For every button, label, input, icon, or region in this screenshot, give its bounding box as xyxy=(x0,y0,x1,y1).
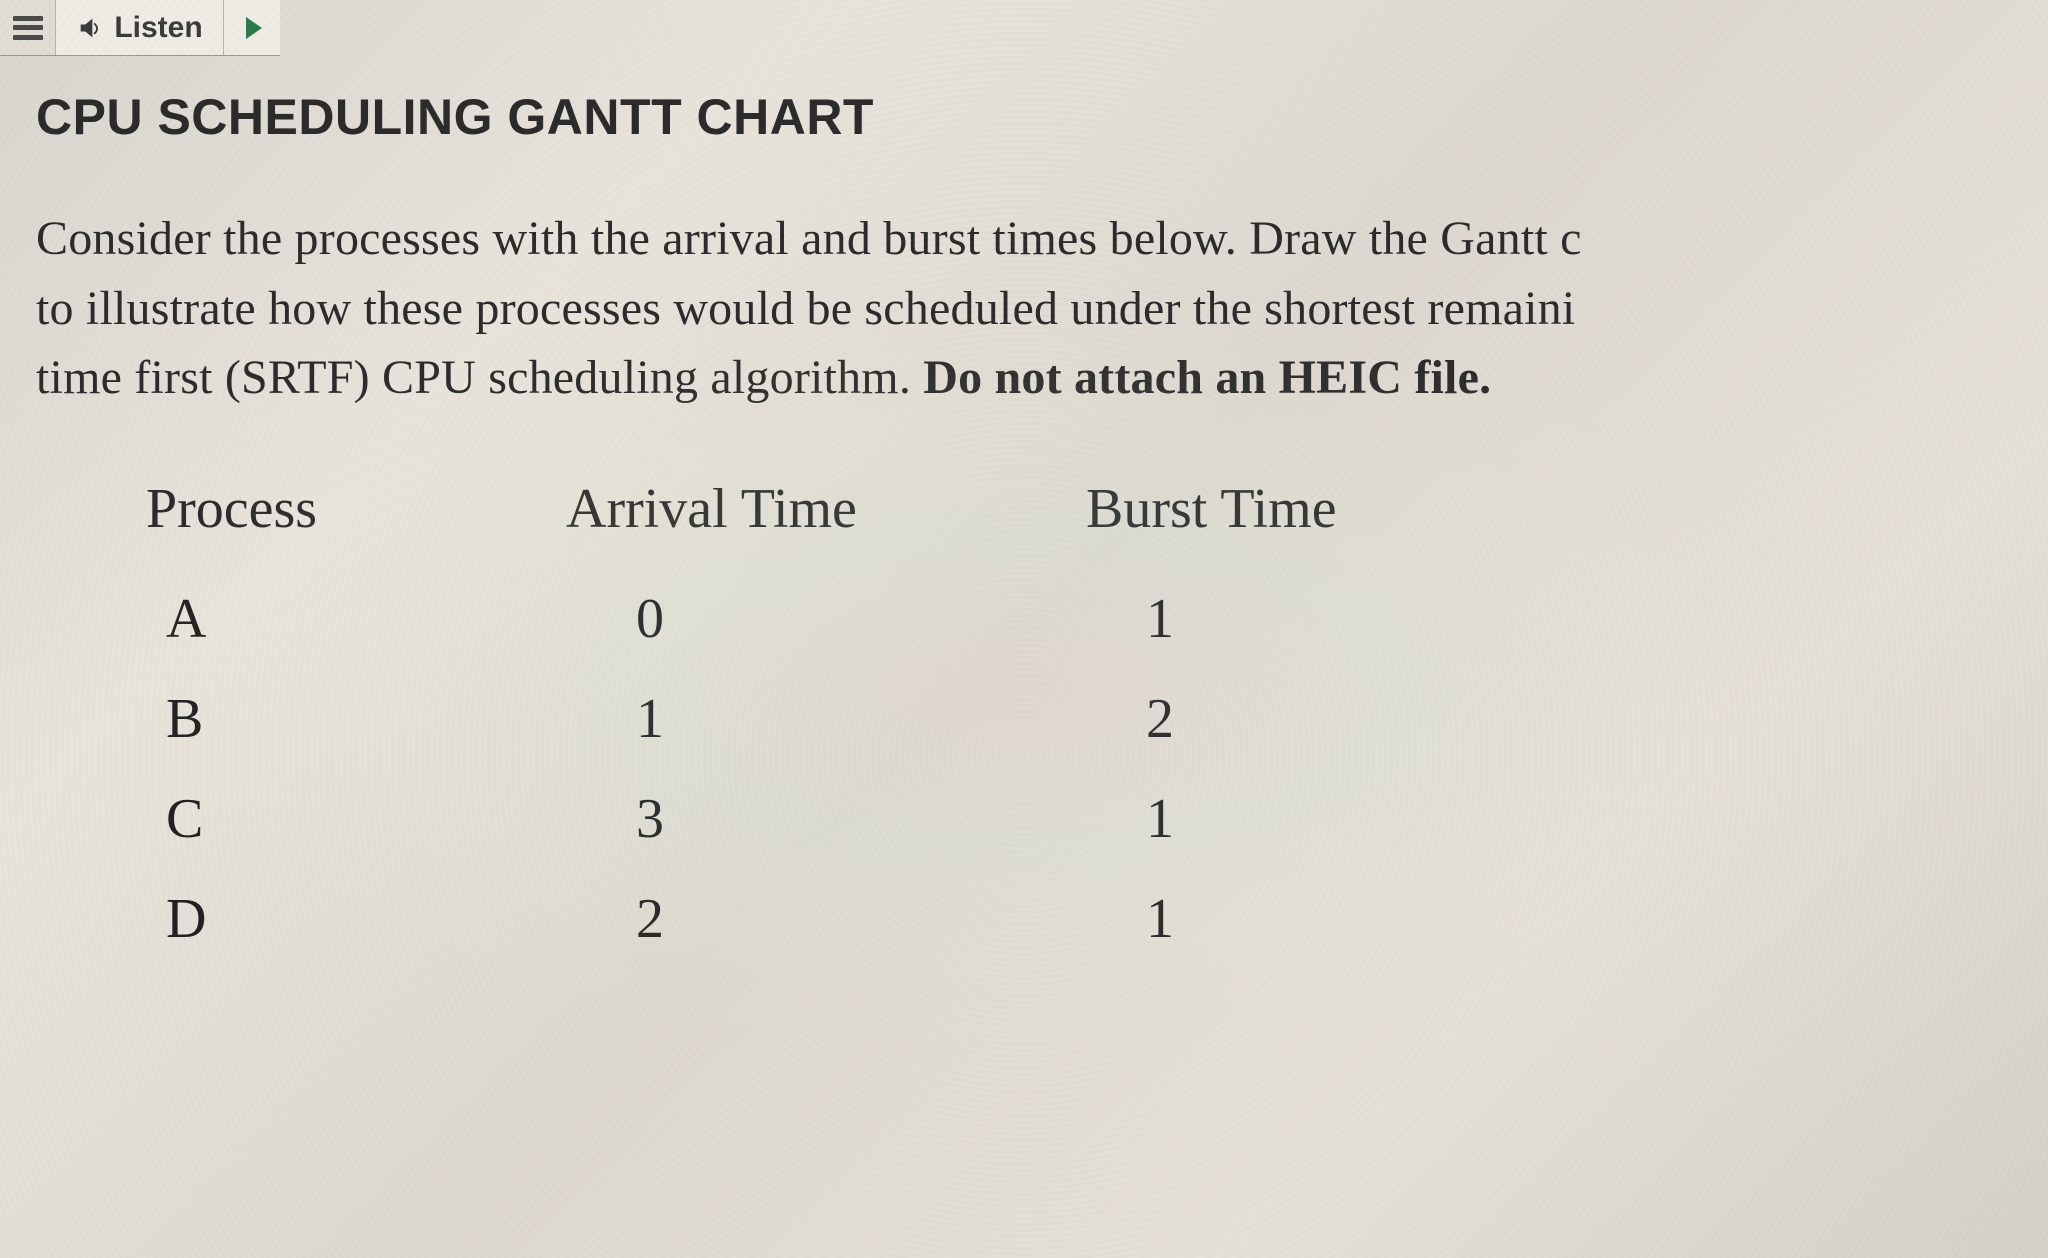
cell-arrival: 2 xyxy=(566,869,1086,969)
listen-button[interactable]: Listen xyxy=(56,0,224,55)
content-area: CPU SCHEDULING GANTT CHART Consider the … xyxy=(0,56,2048,969)
page-title: CPU SCHEDULING GANTT CHART xyxy=(36,88,2012,146)
cell-burst: 2 xyxy=(1086,669,1506,769)
play-icon xyxy=(246,17,262,39)
cell-arrival: 1 xyxy=(566,669,1086,769)
cell-burst: 1 xyxy=(1086,869,1506,969)
question-prompt: Consider the processes with the arrival … xyxy=(36,204,2012,413)
cell-arrival: 3 xyxy=(566,769,1086,869)
header-burst: Burst Time xyxy=(1086,477,1506,569)
table-row: D 2 1 xyxy=(146,869,2012,969)
process-table: Process Arrival Time Burst Time A 0 1 B … xyxy=(146,477,2012,969)
menu-button[interactable] xyxy=(0,0,56,55)
toolbar: Listen xyxy=(0,0,280,56)
play-button[interactable] xyxy=(224,0,280,55)
menu-icon xyxy=(13,16,43,40)
prompt-line-3a: time first (SRTF) CPU scheduling algorit… xyxy=(36,351,923,404)
cell-burst: 1 xyxy=(1086,569,1506,669)
listen-label: Listen xyxy=(114,11,202,45)
prompt-line-1: Consider the processes with the arrival … xyxy=(36,212,1582,265)
prompt-line-2: to illustrate how these processes would … xyxy=(36,282,1575,335)
cell-process: B xyxy=(146,669,566,769)
prompt-line-3b: Do not attach an HEIC file. xyxy=(923,351,1491,404)
table-row: C 3 1 xyxy=(146,769,2012,869)
cell-burst: 1 xyxy=(1086,769,1506,869)
cell-process: D xyxy=(146,869,566,969)
header-process: Process xyxy=(146,477,566,569)
table-header-row: Process Arrival Time Burst Time xyxy=(146,477,2012,569)
cell-arrival: 0 xyxy=(566,569,1086,669)
cell-process: C xyxy=(146,769,566,869)
header-arrival: Arrival Time xyxy=(566,477,1086,569)
table-body: A 0 1 B 1 2 C 3 1 D 2 1 xyxy=(146,569,2012,969)
speaker-icon xyxy=(76,14,104,42)
table-row: B 1 2 xyxy=(146,669,2012,769)
cell-process: A xyxy=(146,569,566,669)
table-header: Process Arrival Time Burst Time xyxy=(146,477,2012,569)
table-row: A 0 1 xyxy=(146,569,2012,669)
